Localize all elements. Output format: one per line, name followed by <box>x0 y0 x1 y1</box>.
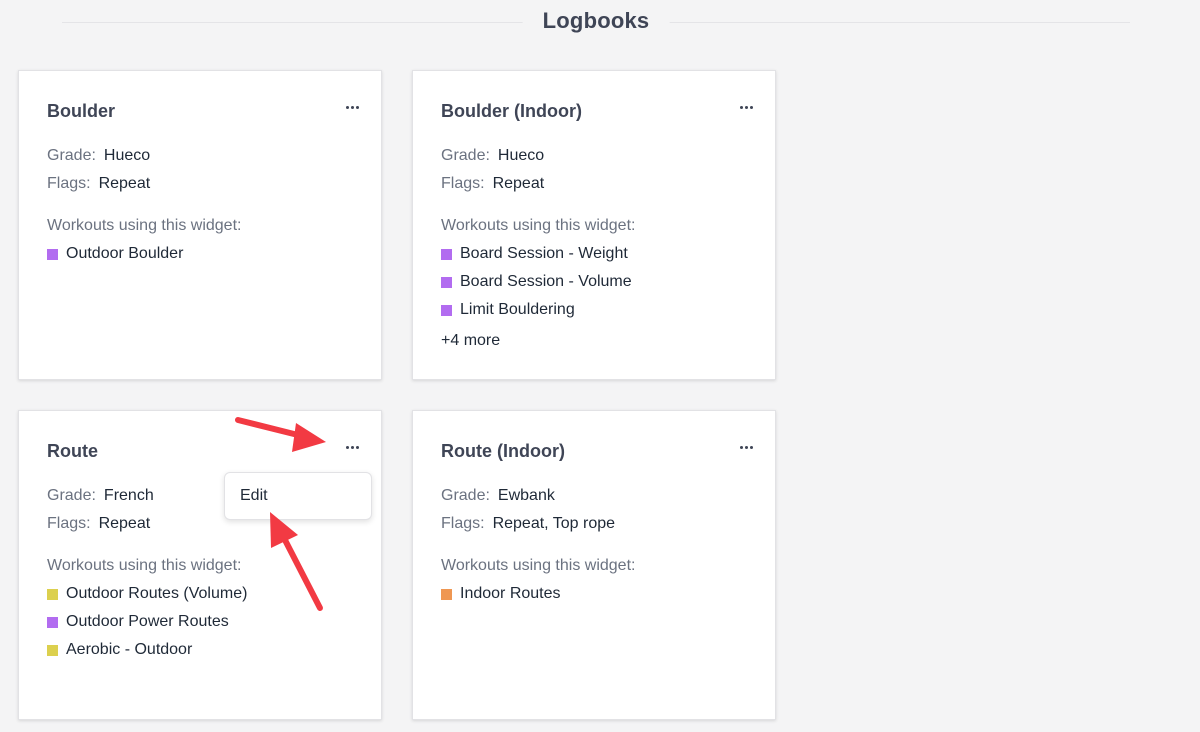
flags-label: Flags: <box>47 515 91 532</box>
workout-name: Outdoor Power Routes <box>66 613 229 630</box>
flags-row: Flags: Repeat, Top rope <box>441 515 615 533</box>
workout-name: Outdoor Boulder <box>66 245 184 262</box>
color-swatch <box>47 248 58 260</box>
show-more-link[interactable]: +4 more <box>441 332 500 350</box>
more-options-icon[interactable] <box>341 437 363 457</box>
workout-name: Board Session - Volume <box>460 273 632 290</box>
card-title: Route <box>47 441 98 461</box>
color-swatch <box>47 644 58 656</box>
workouts-label: Workouts using this widget: <box>47 217 242 234</box>
page-title: Logbooks <box>522 8 670 34</box>
logbook-card-boulder-indoor: Boulder (Indoor) Grade: Hueco Flags: Repea… <box>412 70 776 380</box>
card-title: Boulder <box>47 101 116 121</box>
workout-item: Outdoor Boulder <box>47 245 183 263</box>
flags-row: Flags: Repeat <box>47 175 150 193</box>
workout-item: Limit Bouldering <box>441 301 575 319</box>
color-swatch <box>441 248 452 260</box>
workout-item: Indoor Routes <box>441 585 561 603</box>
color-swatch <box>441 276 452 288</box>
grade-value: French <box>103 487 154 504</box>
more-options-icon[interactable] <box>735 437 757 457</box>
color-swatch <box>47 588 58 600</box>
workout-name: Board Session - Weight <box>460 245 628 262</box>
workouts-label: Workouts using this widget: <box>47 557 242 574</box>
grade-label: Grade: <box>441 487 490 504</box>
grade-row: Grade: French <box>47 487 154 505</box>
page-header: Logbooks <box>62 0 1130 46</box>
flags-value: Repeat <box>98 175 151 192</box>
card-title: Boulder (Indoor) <box>441 101 582 121</box>
edit-menu-item[interactable]: Edit <box>240 487 268 505</box>
grade-label: Grade: <box>47 487 96 504</box>
more-options-icon[interactable] <box>341 97 363 117</box>
workout-name: Limit Bouldering <box>460 301 575 318</box>
grade-row: Grade: Ewbank <box>441 487 555 505</box>
logbook-card-route: Route Grade: French Flags: Repeat Workouts… <box>18 410 382 720</box>
flags-value: Repeat <box>492 175 545 192</box>
logbook-card-route-indoor: Route (Indoor) Grade: Ewbank Flags: Repeat… <box>412 410 776 720</box>
flags-row: Flags: Repeat <box>441 175 544 193</box>
color-swatch <box>47 616 58 628</box>
more-options-icon[interactable] <box>735 97 757 117</box>
flags-label: Flags: <box>47 175 91 192</box>
grade-label: Grade: <box>441 147 490 164</box>
card-title: Route (Indoor) <box>441 441 565 461</box>
workout-item: Outdoor Routes (Volume) <box>47 585 247 603</box>
workout-item: Board Session - Weight <box>441 245 628 263</box>
workout-name: Indoor Routes <box>460 585 561 602</box>
color-swatch <box>441 588 452 600</box>
flags-row: Flags: Repeat <box>47 515 150 533</box>
card-context-menu: Edit <box>224 472 372 520</box>
workout-name: Outdoor Routes (Volume) <box>66 585 248 602</box>
grade-value: Hueco <box>103 147 151 164</box>
grade-label: Grade: <box>47 147 96 164</box>
color-swatch <box>441 304 452 316</box>
grade-value: Hueco <box>497 147 545 164</box>
workout-item: Aerobic - Outdoor <box>47 641 192 659</box>
flags-value: Repeat <box>98 515 151 532</box>
flags-label: Flags: <box>441 515 485 532</box>
workouts-label: Workouts using this widget: <box>441 557 636 574</box>
logbook-card-boulder: Boulder Grade: Hueco Flags: Repeat Workout… <box>18 70 382 380</box>
workout-item: Board Session - Volume <box>441 273 632 291</box>
grade-row: Grade: Hueco <box>441 147 544 165</box>
flags-value: Repeat, Top rope <box>492 515 616 532</box>
workouts-label: Workouts using this widget: <box>441 217 636 234</box>
workout-name: Aerobic - Outdoor <box>66 641 193 658</box>
grade-value: Ewbank <box>497 487 555 504</box>
grade-row: Grade: Hueco <box>47 147 150 165</box>
flags-label: Flags: <box>441 175 485 192</box>
workout-item: Outdoor Power Routes <box>47 613 229 631</box>
